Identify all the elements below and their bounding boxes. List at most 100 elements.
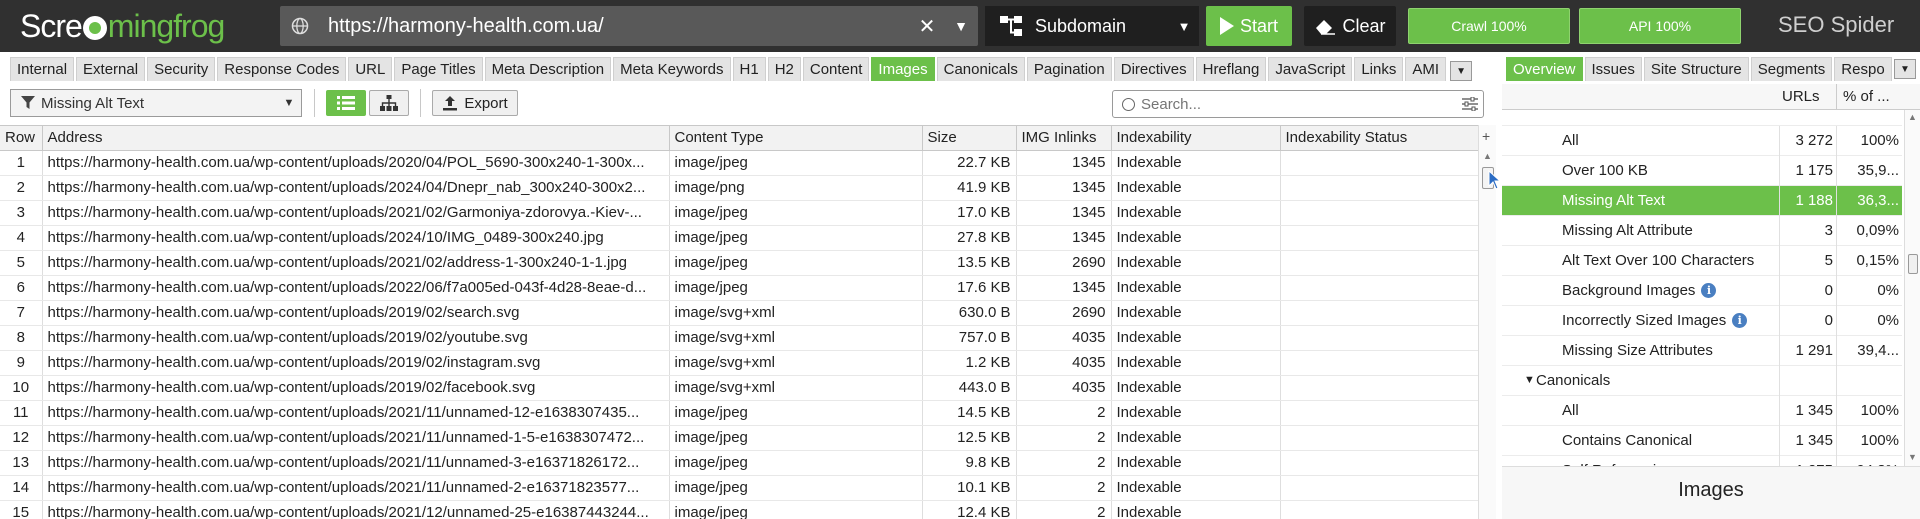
cell-address: https://harmony-health.com.ua/wp-content…	[42, 275, 670, 301]
tree-view-button[interactable]	[369, 90, 409, 116]
overview-row-count: 1 188	[1795, 192, 1833, 209]
add-column-icon[interactable]: +	[1482, 128, 1490, 144]
overview-row-count: 5	[1824, 252, 1833, 269]
overview-row[interactable]: Alt Text Over 100 Characters 5 0,15%	[1502, 246, 1902, 276]
right-tab-site-structure[interactable]: Site Structure	[1643, 57, 1749, 81]
crawl-mode-dropdown[interactable]: Subdomain ▼	[985, 6, 1199, 46]
table-row[interactable]: 13 https://harmony-health.com.ua/wp-conte…	[0, 450, 1478, 476]
tab-javascript[interactable]: JavaScript	[1268, 57, 1353, 81]
tab-external[interactable]: External	[76, 57, 146, 81]
right-tab-overview[interactable]: Overview	[1506, 57, 1583, 81]
overview-row[interactable]: All 1 345 100%	[1502, 396, 1902, 426]
table-row[interactable]: 8 https://harmony-health.com.ua/wp-conten…	[0, 325, 1478, 351]
tab-meta-keywords[interactable]: Meta Keywords	[613, 57, 731, 81]
clear-url-icon[interactable]: ✕	[910, 14, 944, 39]
clear-button[interactable]: Clear	[1304, 6, 1396, 46]
tab-directives[interactable]: Directives	[1113, 57, 1194, 81]
overview-row-percent: 35,9...	[1857, 162, 1899, 179]
column-header-address[interactable]: Address	[42, 126, 670, 151]
column-divider	[1836, 396, 1837, 426]
tab-pagination[interactable]: Pagination	[1026, 57, 1112, 81]
right-tab-issues[interactable]: Issues	[1584, 57, 1642, 81]
scroll-up-icon[interactable]: ▲	[1483, 151, 1492, 161]
column-header-content-type[interactable]: Content Type	[669, 126, 923, 151]
column-header-size[interactable]: Size	[922, 126, 1017, 151]
tab-url[interactable]: URL	[348, 57, 393, 81]
overview-row[interactable]: Contains Canonical 1 345 100%	[1502, 426, 1902, 456]
tab-ami[interactable]: AMI	[1405, 57, 1447, 81]
info-icon[interactable]: i	[1732, 313, 1748, 328]
cell-address: https://harmony-health.com.ua/wp-content…	[42, 175, 670, 201]
column-header-img-inlinks[interactable]: IMG Inlinks	[1016, 126, 1112, 151]
tab-h1[interactable]: H1	[732, 57, 766, 81]
cell-img-inlinks: 4035	[1016, 375, 1112, 401]
table-row[interactable]: 9 https://harmony-health.com.ua/wp-conten…	[0, 350, 1478, 376]
overview-row-percent: 100%	[1860, 402, 1899, 419]
search-input[interactable]	[1141, 95, 1457, 113]
expand-chevron-down-icon[interactable]: ▼	[1524, 374, 1535, 386]
search-box[interactable]	[1112, 90, 1484, 118]
tab-page-titles[interactable]: Page Titles	[394, 57, 483, 81]
tab-hreflang[interactable]: Hreflang	[1195, 57, 1267, 81]
cell-size: 17.0 KB	[922, 200, 1017, 226]
cell-img-inlinks: 1345	[1016, 275, 1112, 301]
export-button[interactable]: Export	[432, 90, 518, 116]
table-row[interactable]: 15 https://harmony-health.com.ua/wp-conte…	[0, 500, 1478, 519]
overview-row[interactable]: Over 100 KB 1 175 35,9...	[1502, 156, 1902, 186]
table-row[interactable]: 5 https://harmony-health.com.ua/wp-conten…	[0, 250, 1478, 276]
tab-h2[interactable]: H2	[767, 57, 801, 81]
results-table: Row Address Content Type Size IMG Inlink…	[0, 125, 1478, 519]
table-row[interactable]: 12 https://harmony-health.com.ua/wp-conte…	[0, 425, 1478, 451]
list-view-button[interactable]	[326, 90, 366, 116]
column-header-indexability-status[interactable]: Indexability Status	[1280, 126, 1478, 151]
overview-scrollbar[interactable]: ▲ ▼	[1904, 110, 1920, 466]
cell-row-number: 1	[0, 150, 43, 176]
table-row[interactable]: 4 https://harmony-health.com.ua/wp-conten…	[0, 225, 1478, 251]
right-tab-segments[interactable]: Segments	[1750, 57, 1833, 81]
scroll-up-icon[interactable]: ▲	[1908, 112, 1917, 122]
table-row[interactable]: 1 https://harmony-health.com.ua/wp-conten…	[0, 150, 1478, 176]
table-row[interactable]: 3 https://harmony-health.com.ua/wp-conten…	[0, 200, 1478, 226]
table-row[interactable]: 7 https://harmony-health.com.ua/wp-conten…	[0, 300, 1478, 326]
tab-canonicals[interactable]: Canonicals	[936, 57, 1025, 81]
table-row[interactable]: 2 https://harmony-health.com.ua/wp-conten…	[0, 175, 1478, 201]
tabs-overflow-chevron-down-icon[interactable]: ▼	[1450, 61, 1473, 81]
right-tab-respo[interactable]: Respo	[1834, 57, 1892, 81]
table-row[interactable]: 6 https://harmony-health.com.ua/wp-conten…	[0, 275, 1478, 301]
right-tabs-overflow-chevron-down-icon[interactable]: ▼	[1894, 59, 1916, 79]
tab-links[interactable]: Links	[1354, 57, 1404, 81]
tab-meta-description[interactable]: Meta Description	[484, 57, 612, 81]
url-bar[interactable]: https://harmony-health.com.ua/ ✕ ▼	[280, 6, 978, 46]
column-header-urls[interactable]: URLs	[1782, 88, 1820, 105]
overview-group-images[interactable]	[1502, 110, 1902, 126]
column-header-indexability[interactable]: Indexability	[1111, 126, 1281, 151]
column-header-row[interactable]: Row	[0, 126, 43, 151]
overview-row[interactable]: Background Images i 0 0%	[1502, 276, 1902, 306]
url-history-chevron-down-icon[interactable]: ▼	[944, 18, 978, 34]
start-button[interactable]: Start	[1206, 6, 1292, 46]
scrollbar-thumb[interactable]	[1908, 254, 1918, 274]
search-options-icon[interactable]	[1457, 97, 1483, 111]
column-header-percent[interactable]: % of ...	[1843, 88, 1890, 105]
overview-row[interactable]: Self Referencing1 27594,8%	[1502, 456, 1902, 466]
overview-row-label: Missing Size Attributes	[1562, 342, 1713, 359]
overview-row[interactable]: Missing Alt Attribute 3 0,09%	[1502, 216, 1902, 246]
cell-indexability-status	[1280, 375, 1478, 401]
overview-row[interactable]: Missing Alt Text 1 188 36,3...	[1502, 186, 1902, 216]
info-icon[interactable]: i	[1701, 283, 1717, 298]
table-row[interactable]: 11 https://harmony-health.com.ua/wp-conte…	[0, 400, 1478, 426]
overview-row[interactable]: Incorrectly Sized Images i 0 0%	[1502, 306, 1902, 336]
overview-row[interactable]: All 3 272 100%	[1502, 126, 1902, 156]
overview-group[interactable]: ▼ Canonicals	[1502, 366, 1902, 396]
overview-row[interactable]: Missing Size Attributes 1 291 39,4...	[1502, 336, 1902, 366]
tab-response-codes[interactable]: Response Codes	[217, 57, 347, 81]
table-row[interactable]: 10 https://harmony-health.com.ua/wp-conte…	[0, 375, 1478, 401]
url-input[interactable]: https://harmony-health.com.ua/	[320, 15, 910, 38]
tab-security[interactable]: Security	[147, 57, 216, 81]
tab-internal[interactable]: Internal	[10, 57, 75, 81]
tab-content[interactable]: Content	[802, 57, 870, 81]
tab-images[interactable]: Images	[871, 57, 935, 81]
scroll-down-icon[interactable]: ▼	[1908, 452, 1917, 462]
table-row[interactable]: 14 https://harmony-health.com.ua/wp-conte…	[0, 475, 1478, 501]
filter-dropdown[interactable]: Missing Alt Text ▼	[10, 89, 302, 117]
